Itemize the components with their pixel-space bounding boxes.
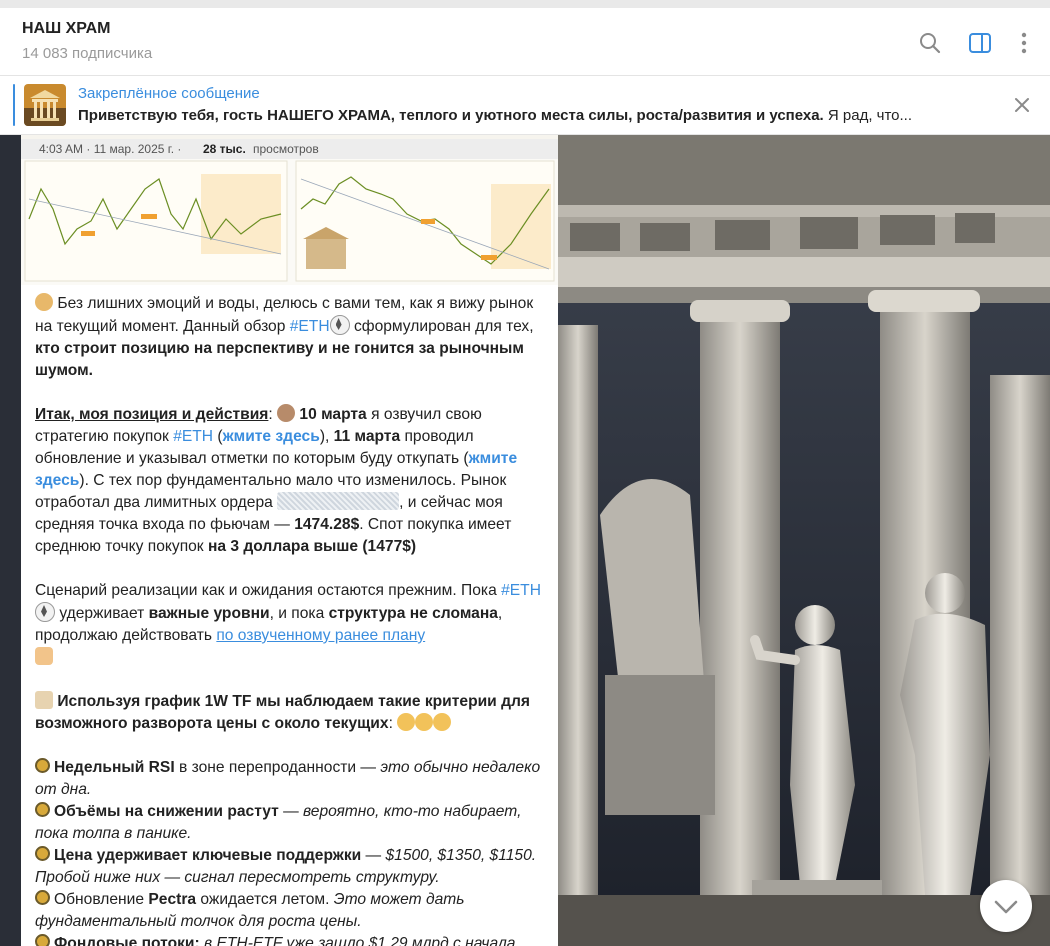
bullet-circle-icon [35, 802, 50, 817]
sidebar-toggle-icon[interactable] [967, 30, 993, 56]
bullet-circle-icon [35, 758, 50, 773]
media-views-count: 28 тыс. [203, 142, 246, 156]
channel-title[interactable]: НАШ ХРАМ [22, 20, 110, 38]
paragraph-intro: Без лишних эмоций и воды, делюсь с вами … [35, 293, 534, 379]
post-text: Без лишних эмоций и воды, делюсь с вами … [35, 293, 550, 946]
spoiler-hidden-text[interactable] [277, 492, 400, 510]
chart-thumbnail [21, 159, 558, 285]
hashtag-eth[interactable]: #ETH [501, 582, 541, 599]
channel-header: НАШ ХРАМ 14 083 подписчика [0, 8, 1050, 76]
point-down-emoji-icon [415, 713, 434, 731]
more-vertical-icon[interactable] [1011, 30, 1037, 56]
bullet-circle-icon [35, 890, 50, 905]
pinned-text: Приветствую тебя, гость НАШЕГО ХРАМА, те… [78, 107, 913, 124]
chevron-down-icon [994, 900, 1018, 914]
link-previous-plan[interactable]: по озвученному ранее плану [216, 627, 425, 644]
avatar-emoji-icon [277, 404, 296, 422]
search-icon[interactable] [917, 30, 943, 56]
point-down-emoji-icon [433, 713, 452, 731]
point-down-emoji-icon [397, 713, 416, 731]
bullet-circle-icon [35, 934, 50, 946]
channel-post: 4:03 AM · 11 мар. 2025 г. · 28 тыс. прос… [21, 135, 558, 946]
pinned-label: Закреплённое сообщение [78, 85, 260, 102]
media-meta-bar: 4:03 AM · 11 мар. 2025 г. · 28 тыс. прос… [21, 139, 558, 159]
close-icon[interactable] [1012, 95, 1032, 115]
temple-column-emoji-icon [35, 691, 53, 709]
pinned-thumbnail [24, 84, 66, 126]
list-item: Фондовые потоки: в ETH-ETF уже зашло $1.… [35, 933, 550, 946]
eth-coin-icon [329, 315, 350, 335]
paragraph-scenario: Сценарий реализации как и ожидания остаю… [35, 580, 550, 669]
pinned-indicator-bar [13, 84, 15, 126]
list-item: Обновление Pectra ожидается летом. Это м… [35, 890, 465, 930]
subscriber-count: 14 083 подписчика [22, 45, 153, 62]
paragraph-criteria-heading: Используя график 1W TF мы наблюдаем таки… [35, 691, 531, 732]
list-item: Цена удерживает ключевые поддержки — $15… [35, 846, 537, 886]
eth-coin-icon [35, 602, 55, 622]
flexed-biceps-emoji-icon [35, 647, 53, 665]
post-media-image[interactable]: 4:03 AM · 11 мар. 2025 г. · 28 тыс. прос… [21, 135, 558, 285]
window-top-strip [0, 0, 1050, 8]
criteria-list: Недельный RSI в зоне перепроданности — э… [35, 757, 550, 946]
scroll-to-bottom-button[interactable] [980, 880, 1032, 932]
pinned-message[interactable]: Закреплённое сообщение Приветствую тебя,… [0, 76, 1050, 135]
fingers-crossed-emoji-icon [35, 293, 53, 311]
hashtag-eth[interactable]: #ETH [290, 318, 330, 335]
list-item: Недельный RSI в зоне перепроданности — э… [35, 758, 541, 798]
link-click-here-1[interactable]: жмите здесь [223, 428, 320, 445]
media-views-label: просмотров [253, 142, 319, 156]
paragraph-position: Итак, моя позиция и действия: 10 марта я… [35, 404, 518, 555]
media-time: 4:03 AM · 11 мар. 2025 г. · [39, 142, 182, 156]
list-item: Объёмы на снижении растут — вероятно, кт… [35, 802, 522, 842]
hashtag-eth[interactable]: #ETH [173, 428, 213, 445]
bullet-circle-icon [35, 846, 50, 861]
